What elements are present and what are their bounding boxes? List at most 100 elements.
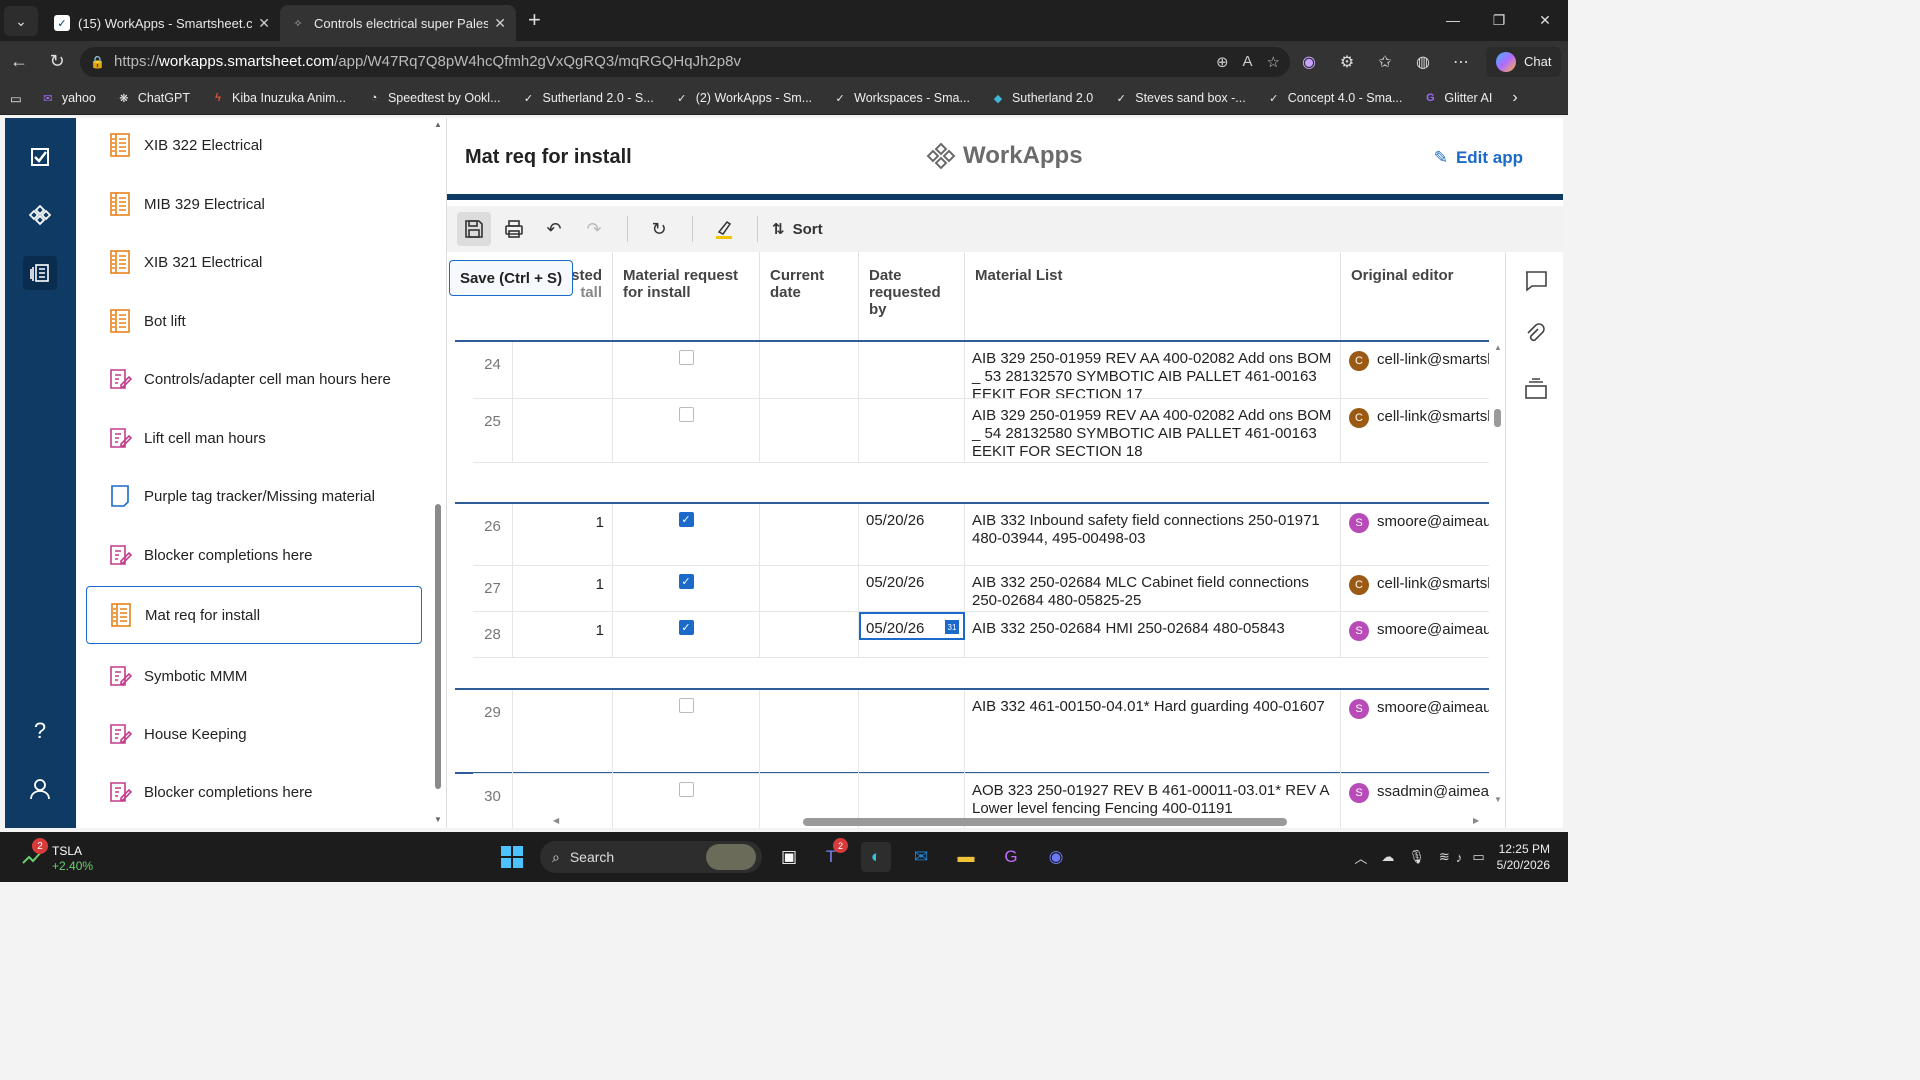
sort-button[interactable]: ⇅ Sort xyxy=(772,220,823,239)
favorite-star-icon[interactable]: ☆ xyxy=(1267,53,1280,71)
teams-icon[interactable]: T2 xyxy=(816,838,848,872)
more-options-icon[interactable]: ⋯ xyxy=(1442,52,1480,72)
pages-icon[interactable] xyxy=(23,256,57,290)
checkbox[interactable] xyxy=(678,350,694,365)
redo-button[interactable]: ↷ xyxy=(577,212,611,246)
table-row[interactable]: 29 AIB 332 461-00150-04.01* Hard guarding… xyxy=(473,690,1489,774)
date-requested-cell[interactable] xyxy=(859,342,965,398)
material-list-cell[interactable]: AIB 329 250-01959 REV AA 400-02082 Add o… xyxy=(965,399,1341,462)
refresh-icon[interactable]: ↻ xyxy=(38,51,76,72)
discord-icon[interactable]: ◉ xyxy=(1041,842,1071,872)
material-list-cell[interactable]: AIB 332 Inbound safety field connections… xyxy=(965,504,1341,565)
sidebar-item-bot-lift[interactable]: Bot lift xyxy=(86,292,422,350)
table-row[interactable]: 28 1 ✓ 05/20/26 AIB 332 250-02684 HMI 250-02… xyxy=(473,612,1489,658)
volume-icon[interactable]: ♪ xyxy=(1456,850,1463,865)
account-user-icon[interactable] xyxy=(23,772,57,806)
browser-tab-controls[interactable]: ✧ Controls electrical super Palestine ✕ xyxy=(280,5,516,41)
requested-qty-cell[interactable]: 1 xyxy=(513,612,613,657)
bookmark-steves-sand-box[interactable]: ✓ Steves sand box -... xyxy=(1113,90,1246,106)
network-status-icon[interactable]: ☁ xyxy=(1381,849,1394,865)
original-editor-cell[interactable]: Ssmoore@aimeau xyxy=(1341,690,1489,773)
proofs-stack-icon[interactable] xyxy=(1523,376,1549,402)
selected-date-cell-outline[interactable]: 31 xyxy=(859,612,965,640)
column-header-original-editor[interactable]: Original editor xyxy=(1341,252,1491,342)
table-row[interactable]: 24 AIB 329 250-01959 REV AA 400-02082 Add… xyxy=(473,342,1489,399)
app-g-icon[interactable]: G xyxy=(996,842,1026,872)
requested-qty-cell[interactable] xyxy=(513,342,613,398)
profile-icon[interactable]: ◍ xyxy=(1404,52,1442,72)
bookmark-sutherland-s[interactable]: ✓ Sutherland 2.0 - S... xyxy=(521,90,654,106)
material-list-cell[interactable]: AIB 332 250-02684 HMI 250-02684 480-0584… xyxy=(965,612,1341,657)
requested-qty-cell[interactable] xyxy=(513,690,613,773)
task-view-icon[interactable]: ▣ xyxy=(774,842,804,872)
date-requested-cell[interactable] xyxy=(859,690,965,773)
close-window-icon[interactable]: ✕ xyxy=(1522,0,1568,40)
chat-button[interactable]: Chat xyxy=(1486,46,1562,77)
stock-widget[interactable]: 2 TSLA +2.40% xyxy=(22,838,93,874)
requested-qty-cell[interactable]: 1 xyxy=(513,504,613,565)
bookmark-speedtest[interactable]: ◔ Speedtest by Ookl... xyxy=(366,90,501,106)
sidebar-item-xib-322-electrical[interactable]: XIB 322 Electrical xyxy=(86,118,422,174)
read-aloud-icon[interactable]: A xyxy=(1243,53,1253,71)
current-date-cell[interactable] xyxy=(760,612,859,657)
tab-actions-chevron-icon[interactable]: ⌄ xyxy=(4,6,38,36)
original-editor-cell[interactable]: Ccell-link@smartsl xyxy=(1341,566,1489,611)
undo-button[interactable]: ↶ xyxy=(537,212,571,246)
sidebar-item-mib-329-electrical[interactable]: MIB 329 Electrical xyxy=(86,175,422,233)
bookmark-workspaces[interactable]: ✓ Workspaces - Sma... xyxy=(832,90,970,106)
table-row[interactable]: 25 AIB 329 250-01959 REV AA 400-02082 Add… xyxy=(473,399,1489,463)
calendar-icon[interactable]: 31 xyxy=(945,620,959,634)
smartsheet-logo-icon[interactable] xyxy=(23,140,57,174)
material-request-checkbox-cell[interactable]: ✓ xyxy=(613,566,760,611)
scroll-up-arrow-icon[interactable]: ▲ xyxy=(1494,343,1502,352)
clock[interactable]: 12:25 PM 5/20/2026 xyxy=(1497,841,1550,873)
sidebar-item-purple-tag-tracker-missing-material[interactable]: Purple tag tracker/Missing material xyxy=(86,467,422,525)
sidebar-item-house-keeping[interactable]: House Keeping xyxy=(86,705,422,763)
grid-vertical-scroll-thumb[interactable] xyxy=(1494,409,1501,427)
back-arrow-icon[interactable]: ← xyxy=(0,51,38,72)
edge-browser-icon[interactable]: ◐ xyxy=(861,842,891,872)
sidebar-item-blocker-completions-here[interactable]: Blocker completions here xyxy=(86,526,422,584)
column-header-date-requested[interactable]: Date requested by xyxy=(859,252,965,342)
material-request-checkbox-cell[interactable] xyxy=(613,690,760,773)
highlight-button[interactable] xyxy=(707,212,741,246)
refresh-button[interactable]: ↻ xyxy=(642,212,676,246)
file-explorer-icon[interactable]: ▬ xyxy=(951,842,981,872)
close-tab-icon[interactable]: ✕ xyxy=(258,15,270,32)
sidebar-item-mat-req-for-install[interactable]: Mat req for install xyxy=(86,586,422,644)
battery-icon[interactable]: ▭ xyxy=(1472,849,1484,865)
original-editor-cell[interactable]: Ssmoore@aimeau xyxy=(1341,504,1489,565)
maximize-icon[interactable]: ❐ xyxy=(1476,0,1522,40)
column-header-material-list[interactable]: Material List xyxy=(965,252,1341,342)
current-date-cell[interactable] xyxy=(760,690,859,773)
zoom-icon[interactable]: ⊕ xyxy=(1216,53,1229,71)
new-tab-plus-icon[interactable]: + xyxy=(528,7,541,33)
scroll-down-arrow-icon[interactable]: ▼ xyxy=(434,815,442,824)
browser-tab-workapps[interactable]: ✓ (15) WorkApps - Smartsheet.com ✕ xyxy=(44,5,280,41)
bookmark-yahoo[interactable]: ✉ yahoo xyxy=(40,90,96,106)
bookmark-glitter[interactable]: G Glitter AI xyxy=(1422,90,1492,106)
date-requested-cell[interactable]: 05/20/26 xyxy=(859,504,965,565)
material-list-cell[interactable]: AIB 329 250-01959 REV AA 400-02082 Add o… xyxy=(965,342,1341,398)
extension-icon[interactable]: ◉ xyxy=(1290,52,1328,72)
current-date-cell[interactable] xyxy=(760,566,859,611)
checkbox[interactable] xyxy=(678,407,694,422)
sidebar-item-lift-cell-man-hours[interactable]: Lift cell man hours xyxy=(86,409,422,467)
table-row[interactable]: 27 1 ✓ 05/20/26 AIB 332 250-02684 MLC Cabine… xyxy=(473,566,1489,612)
bookmark-sutherland[interactable]: ◆ Sutherland 2.0 xyxy=(990,90,1094,106)
material-request-checkbox-cell[interactable]: ✓ xyxy=(613,504,760,565)
checkbox[interactable] xyxy=(678,782,694,797)
url-field[interactable]: 🔒 https://workapps.smartsheet.com/app/W4… xyxy=(80,46,1290,77)
show-hidden-icons-chevron-icon[interactable]: ︿ xyxy=(1354,848,1367,867)
current-date-cell[interactable] xyxy=(760,342,859,398)
checked-checkbox-icon[interactable]: ✓ xyxy=(678,620,694,635)
date-requested-cell[interactable] xyxy=(859,399,965,462)
lock-icon[interactable]: 🔒 xyxy=(90,55,106,69)
sidebar-item-xib-321-electrical[interactable]: XIB 321 Electrical xyxy=(86,233,422,291)
original-editor-cell[interactable]: Ccell-link@smartsl xyxy=(1341,342,1489,398)
wifi-icon[interactable]: ≋ xyxy=(1439,849,1450,865)
bookmark-kiba[interactable]: ϟ Kiba Inuzuka Anim... xyxy=(210,90,346,106)
favorites-icon[interactable]: ✩ xyxy=(1366,52,1404,72)
sidebar-item-symbotic-mmm[interactable]: Symbotic MMM xyxy=(86,647,422,705)
close-tab-icon[interactable]: ✕ xyxy=(494,15,506,32)
